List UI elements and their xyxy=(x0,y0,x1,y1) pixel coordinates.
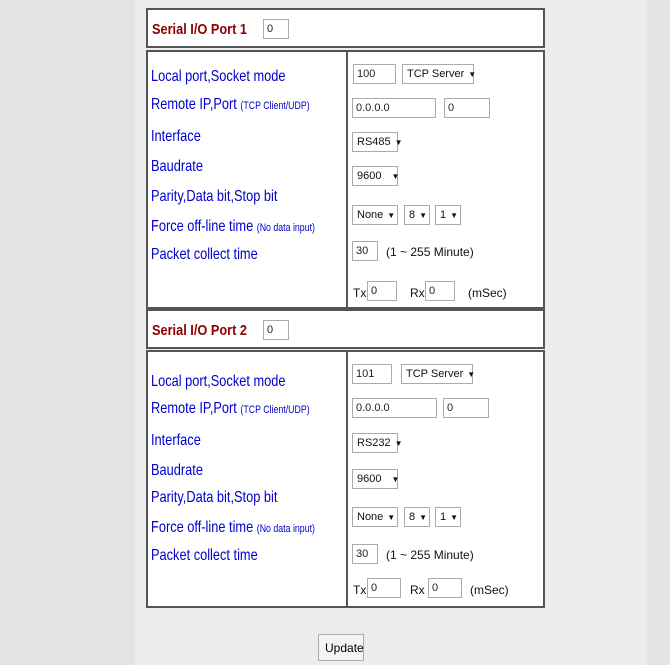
port1-force-range: (1 ~ 255 Minute) xyxy=(386,245,474,259)
port2-parity-value: None xyxy=(357,511,384,523)
port1-stop-bit-select[interactable]: 1 ▼ xyxy=(435,205,461,225)
port1-parity-value: None xyxy=(357,209,384,221)
port2-local-port-input[interactable] xyxy=(352,364,392,384)
port1-label-interface: Interface xyxy=(151,128,201,145)
port2-socket-mode-select[interactable]: TCP Server ▼ xyxy=(401,364,476,384)
port2-label-remote: Remote IP,Port (TCP Client/UDP) xyxy=(151,400,310,418)
port1-label-force-hint: (No data input) xyxy=(256,222,315,234)
chevron-down-icon: ▼ xyxy=(387,513,396,522)
port1-label-remote: Remote IP,Port (TCP Client/UDP) xyxy=(151,96,310,114)
port1-stop-bit-value: 1 xyxy=(440,209,447,221)
port1-unit: (mSec) xyxy=(468,286,507,300)
port1-label-force: Force off-line time (No data input) xyxy=(151,218,315,236)
port2-force-time-input[interactable] xyxy=(352,544,378,564)
port2-tx-label: Tx xyxy=(353,583,367,597)
port2-remote-port-input[interactable] xyxy=(443,398,489,418)
port2-label-force-text: Force off-line time xyxy=(151,519,254,536)
port1-force-time-input[interactable] xyxy=(352,241,378,261)
port2-label-interface: Interface xyxy=(151,432,201,449)
port2-socket-mode-value: TCP Server xyxy=(406,368,464,380)
port1-label-force-text: Force off-line time xyxy=(151,218,254,235)
port2-rx-label: Rx xyxy=(410,583,425,597)
port1-label-parity: Parity,Data bit,Stop bit xyxy=(151,188,278,205)
port2-column-divider xyxy=(346,352,348,606)
port1-parity-select[interactable]: None ▼ xyxy=(352,205,398,225)
port2-label-remote-text: Remote IP,Port xyxy=(151,400,237,417)
chevron-down-icon: ▼ xyxy=(394,439,403,448)
port2-remote-ip-input[interactable] xyxy=(352,398,437,418)
port1-interface-select[interactable]: RS485 ▼ xyxy=(352,132,403,152)
port2-stop-bit-value: 1 xyxy=(440,511,447,523)
chevron-down-icon: ▼ xyxy=(419,211,428,220)
right-margin xyxy=(647,0,670,665)
port2-label-remote-hint: (TCP Client/UDP) xyxy=(240,404,310,416)
port2-baudrate-value: 9600 xyxy=(357,473,382,485)
port1-local-port-input[interactable] xyxy=(353,64,396,84)
port2-title: Serial I/O Port 2 xyxy=(152,322,247,339)
port2-label-force-hint: (No data input) xyxy=(256,523,315,535)
port2-interface-select[interactable]: RS232 ▼ xyxy=(352,433,403,453)
chevron-down-icon: ▼ xyxy=(450,513,459,522)
chevron-down-icon: ▼ xyxy=(394,138,403,147)
port2-label-force: Force off-line time (No data input) xyxy=(151,519,315,537)
port2-label-parity: Parity,Data bit,Stop bit xyxy=(151,489,278,506)
port2-parity-select[interactable]: None ▼ xyxy=(352,507,398,527)
port1-label-remote-text: Remote IP,Port xyxy=(151,96,237,113)
port1-data-bit-value: 8 xyxy=(409,209,416,221)
port2-baudrate-select[interactable]: 9600 ▼ xyxy=(352,469,400,489)
port2-header: Serial I/O Port 2 xyxy=(146,309,545,349)
port2-label-local: Local port,Socket mode xyxy=(151,373,286,390)
port1-settings: Local port,Socket mode Remote IP,Port (T… xyxy=(146,50,545,309)
port1-baudrate-value: 9600 xyxy=(357,170,382,182)
left-margin xyxy=(0,0,135,665)
port1-label-local: Local port,Socket mode xyxy=(151,68,286,85)
port2-label-baudrate: Baudrate xyxy=(151,462,203,479)
port2-data-bit-value: 8 xyxy=(409,511,416,523)
chevron-down-icon: ▼ xyxy=(467,370,476,379)
port1-column-divider xyxy=(346,52,348,307)
port2-data-bit-select[interactable]: 8 ▼ xyxy=(404,507,430,527)
port2-rx-input[interactable] xyxy=(428,578,462,598)
port2-tx-input[interactable] xyxy=(367,578,401,598)
port1-label-baudrate: Baudrate xyxy=(151,158,203,175)
port1-label-packet: Packet collect time xyxy=(151,246,258,263)
port1-tx-input[interactable] xyxy=(367,281,397,301)
port2-stop-bit-select[interactable]: 1 ▼ xyxy=(435,507,461,527)
port1-socket-mode-select[interactable]: TCP Server ▼ xyxy=(402,64,477,84)
port2-label-packet: Packet collect time xyxy=(151,547,258,564)
update-button[interactable]: Update xyxy=(318,634,364,661)
port1-data-bit-select[interactable]: 8 ▼ xyxy=(404,205,430,225)
port2-unit: (mSec) xyxy=(470,583,509,597)
port1-socket-mode-value: TCP Server xyxy=(407,68,465,80)
port1-remote-ip-input[interactable] xyxy=(352,98,436,118)
chevron-down-icon: ▼ xyxy=(450,211,459,220)
port1-header: Serial I/O Port 1 xyxy=(146,8,545,48)
port2-force-range: (1 ~ 255 Minute) xyxy=(386,548,474,562)
port2-index-input[interactable] xyxy=(263,320,289,340)
port1-index-input[interactable] xyxy=(263,19,289,39)
port1-baudrate-select[interactable]: 9600 ▼ xyxy=(352,166,400,186)
chevron-down-icon: ▼ xyxy=(391,475,400,484)
port2-settings: Local port,Socket mode Remote IP,Port (T… xyxy=(146,350,545,608)
port2-interface-value: RS232 xyxy=(357,437,391,449)
port1-rx-input[interactable] xyxy=(425,281,455,301)
port1-remote-port-input[interactable] xyxy=(444,98,490,118)
chevron-down-icon: ▼ xyxy=(391,172,400,181)
port1-label-remote-hint: (TCP Client/UDP) xyxy=(240,100,310,112)
chevron-down-icon: ▼ xyxy=(419,513,428,522)
port1-rx-label: Rx xyxy=(410,286,425,300)
chevron-down-icon: ▼ xyxy=(387,211,396,220)
port1-tx-label: Tx xyxy=(353,286,367,300)
port1-interface-value: RS485 xyxy=(357,136,391,148)
chevron-down-icon: ▼ xyxy=(468,70,477,79)
port1-title: Serial I/O Port 1 xyxy=(152,21,247,38)
